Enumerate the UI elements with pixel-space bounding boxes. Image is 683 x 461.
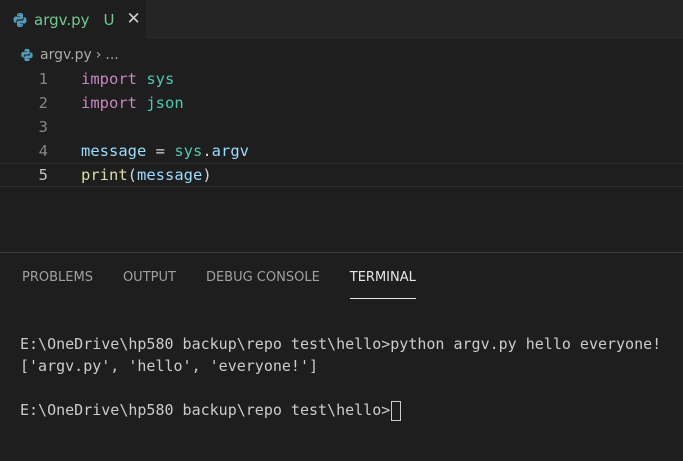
- code-token: import: [81, 70, 137, 88]
- code-token: message: [81, 142, 147, 160]
- code-editor[interactable]: 1 import sys 2 import json 3 4 message = sys.a…: [0, 67, 683, 247]
- code-line[interactable]: 4 message = sys.argv: [0, 139, 683, 163]
- panel-tabs: PROBLEMS OUTPUT DEBUG CONSOLE TERMINAL: [22, 253, 446, 301]
- breadcrumb-more[interactable]: ...: [105, 47, 118, 63]
- code-token: argv: [211, 142, 249, 160]
- code-line[interactable]: 2 import json: [0, 91, 683, 115]
- code-token: ): [202, 166, 212, 184]
- code-text: import sys: [81, 67, 174, 91]
- line-number: 3: [38, 118, 48, 136]
- python-icon: [12, 12, 28, 28]
- chevron-right-icon: ›: [95, 47, 102, 63]
- terminal-output[interactable]: E:\OneDrive\hp580 backup\repo test\hello…: [20, 333, 661, 421]
- code-token: .: [202, 142, 212, 160]
- code-token: import: [81, 94, 137, 112]
- code-line[interactable]: 5 print(message): [0, 163, 683, 187]
- tab-debug-console[interactable]: DEBUG CONSOLE: [206, 253, 320, 301]
- code-line[interactable]: 1 import sys: [0, 67, 683, 91]
- terminal-cursor: [391, 400, 402, 421]
- breadcrumb: argv.py › ...: [20, 44, 119, 66]
- code-token: =: [146, 142, 175, 160]
- editor-tab-bar: argv.py U ✕: [0, 0, 683, 39]
- tab-argv-py[interactable]: argv.py U ✕: [0, 0, 146, 39]
- line-number: 2: [38, 94, 48, 112]
- code-token: sys: [146, 70, 175, 88]
- close-icon[interactable]: ✕: [126, 11, 140, 28]
- tab-output[interactable]: OUTPUT: [123, 253, 176, 301]
- code-token: print: [81, 166, 128, 184]
- tab-terminal[interactable]: TERMINAL: [349, 253, 417, 301]
- terminal-line: E:\OneDrive\hp580 backup\repo test\hello…: [20, 399, 661, 421]
- code-text: import json: [81, 91, 184, 115]
- line-number: 4: [38, 142, 48, 160]
- code-line[interactable]: 3: [0, 115, 683, 139]
- git-status-badge: U: [103, 10, 115, 29]
- terminal-line: E:\OneDrive\hp580 backup\repo test\hello…: [20, 335, 662, 353]
- code-text: print(message): [81, 164, 212, 186]
- breadcrumb-file[interactable]: argv.py: [40, 47, 92, 63]
- code-text: message = sys.argv: [81, 139, 249, 163]
- code-token: (: [127, 166, 138, 184]
- bottom-panel: PROBLEMS OUTPUT DEBUG CONSOLE TERMINAL E:\O…: [0, 252, 683, 461]
- python-icon: [20, 48, 34, 62]
- code-token: sys: [174, 142, 203, 160]
- code-token: json: [146, 94, 184, 112]
- code-token: message: [137, 166, 203, 184]
- tab-filename: argv.py: [34, 10, 90, 29]
- line-number: 1: [38, 70, 48, 88]
- tab-problems[interactable]: PROBLEMS: [22, 253, 93, 301]
- terminal-line: ['argv.py', 'hello', 'everyone!']: [20, 357, 319, 375]
- line-number: 5: [38, 166, 48, 184]
